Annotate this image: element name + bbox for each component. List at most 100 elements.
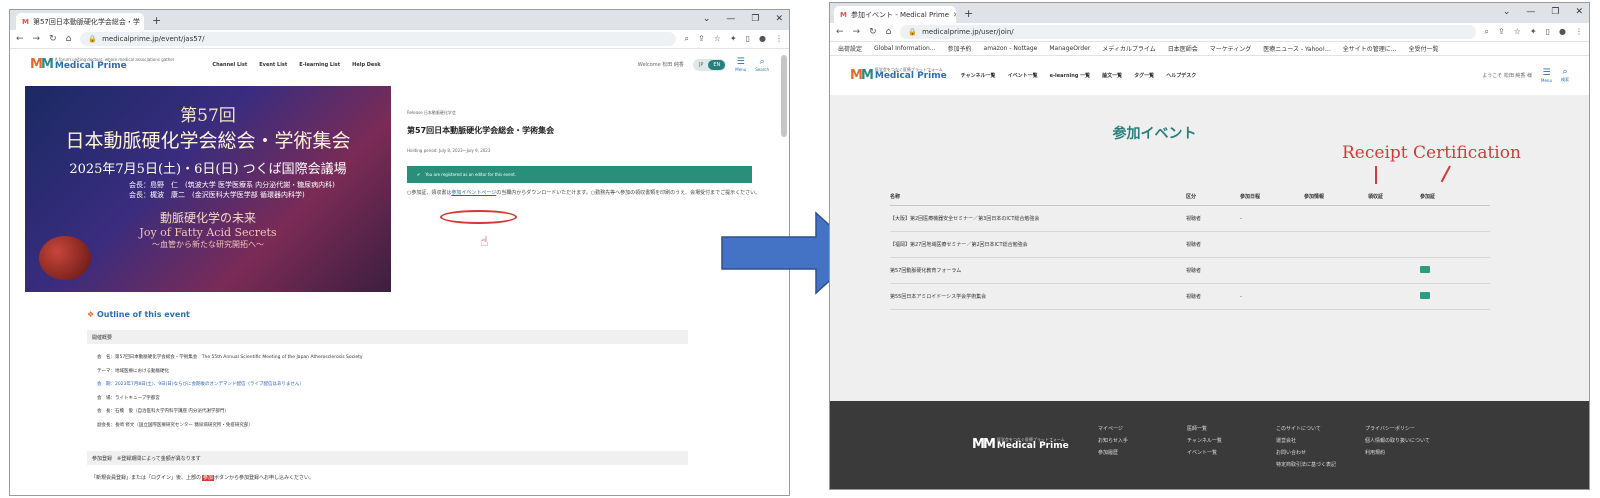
tab-bar: M 参加イベント - Medical Prime ✕ + ⌄ — ❐ ✕ — [830, 3, 1589, 23]
bookmark-item[interactable]: 日本医師会 — [1168, 44, 1198, 53]
more-icon[interactable]: ⋮ — [775, 34, 783, 44]
browser-tab[interactable]: M 参加イベント - Medical Prime ✕ — [834, 6, 956, 23]
reload-icon[interactable]: ↻ — [49, 34, 57, 44]
sidepanel-icon[interactable]: ▯ — [1546, 27, 1550, 37]
section-title-overview: 開催概要 — [92, 334, 113, 341]
footer-link[interactable]: プライバシーポリシー — [1365, 423, 1430, 435]
lang-jp[interactable]: JP — [694, 60, 709, 70]
col-date: 参加日程 — [1240, 194, 1261, 200]
nav-channel-list[interactable]: Channel List — [212, 62, 247, 68]
footer-logo[interactable]: MM 医学会をつなぐ医療プラットフォーム Medical Prime — [972, 437, 1069, 452]
footer-link[interactable]: 医師一覧 — [1187, 423, 1222, 435]
certificate-download-icon[interactable] — [1420, 266, 1430, 273]
minimize-icon[interactable]: — — [1526, 7, 1535, 17]
nav-help-desk[interactable]: ヘルプデスク — [1166, 72, 1196, 79]
search-label: 検索 — [1561, 77, 1569, 82]
bookmark-item[interactable]: 全サイトの管理に... — [1343, 44, 1397, 53]
share-icon[interactable]: ⇪ — [1498, 27, 1505, 37]
bookmark-item[interactable]: 参加予約 — [948, 44, 972, 53]
bookmark-item[interactable]: マーケティング — [1210, 44, 1252, 53]
profile-icon[interactable]: ● — [1559, 27, 1566, 37]
back-icon[interactable]: ← — [836, 27, 844, 37]
maximize-icon[interactable]: ❐ — [1551, 7, 1559, 17]
footer-link[interactable]: マイページ — [1098, 423, 1128, 435]
footer-link[interactable]: 利用規約 — [1365, 447, 1430, 459]
scrollbar[interactable] — [781, 55, 787, 137]
bookmark-item[interactable]: 全受付一覧 — [1408, 44, 1438, 53]
reload-icon[interactable]: ↻ — [869, 27, 877, 37]
chevron-down-icon[interactable]: ⌄ — [1503, 7, 1511, 17]
footer-link[interactable]: このサイトについて — [1276, 423, 1336, 435]
zoom-icon[interactable]: ⌕ — [685, 34, 689, 44]
close-window-icon[interactable]: ✕ — [775, 14, 783, 24]
back-icon[interactable]: ← — [16, 34, 24, 44]
nav-paper-list[interactable]: 論文一覧 — [1102, 72, 1122, 79]
home-icon[interactable]: ⌂ — [886, 27, 892, 37]
bookmark-item[interactable]: ManageOrder — [1049, 45, 1090, 52]
footer-link[interactable]: お問い合わせ — [1276, 447, 1336, 459]
footer-link[interactable]: 参加履歴 — [1098, 447, 1128, 459]
receipt-note: ○参加証、領収書は参加イベントページの当欄内からダウンロードいただけます。○勤務… — [407, 190, 764, 197]
new-tab-button[interactable]: + — [144, 14, 169, 30]
sidepanel-icon[interactable]: ▯ — [746, 34, 750, 44]
bookmark-item[interactable]: amazon - Nottage — [984, 45, 1038, 52]
forward-icon[interactable]: → — [33, 34, 41, 44]
bookmark-item[interactable]: メディカルプライム — [1102, 44, 1155, 53]
bookmark-item[interactable]: Global Information... — [874, 45, 936, 52]
event-name[interactable]: 第55回日本アミロイドーシス学会学術集会 — [890, 293, 1186, 300]
nav-tag-list[interactable]: タグ一覧 — [1134, 72, 1154, 79]
certificate-cell — [1420, 266, 1480, 275]
footer-link[interactable]: 特定商取引法に基づく表記 — [1276, 459, 1336, 471]
extension-icon[interactable]: ✦ — [730, 34, 737, 44]
search-button[interactable]: ⌕ 検索 — [1561, 67, 1569, 83]
lang-en[interactable]: EN — [708, 59, 726, 70]
footer-link[interactable]: お知らせ入手 — [1098, 435, 1128, 447]
footer-col-2: 医師一覧 チャンネル一覧 イベント一覧 — [1187, 423, 1222, 459]
event-name[interactable]: 【大阪】第2回医療機器安全セミナー／第3回日本のICT総合勉強会 — [890, 215, 1186, 222]
bookmark-item[interactable]: 出荷設定 — [838, 44, 862, 53]
extension-icon[interactable]: ✦ — [1530, 27, 1537, 37]
menu-button[interactable]: ☰ Menu — [1541, 68, 1552, 83]
more-icon[interactable]: ⋮ — [1575, 27, 1583, 37]
footer-link[interactable]: イベント一覧 — [1187, 447, 1222, 459]
footer-link[interactable]: 個人情報の取り扱いについて — [1365, 435, 1430, 447]
footer-link[interactable]: チャンネル一覧 — [1187, 435, 1222, 447]
maximize-icon[interactable]: ❐ — [751, 14, 759, 24]
nav-event-list[interactable]: Event List — [259, 62, 287, 68]
share-icon[interactable]: ⇪ — [698, 34, 705, 44]
favicon-icon: M — [22, 17, 29, 26]
nav-help-desk[interactable]: Help Desk — [352, 62, 380, 68]
certificate-download-icon[interactable] — [1420, 292, 1430, 299]
forward-icon[interactable]: → — [853, 27, 861, 37]
star-icon[interactable]: ☆ — [714, 34, 721, 44]
nav-elearning-list[interactable]: e-learning 一覧 — [1050, 72, 1091, 79]
nav-event-list[interactable]: イベント一覧 — [1008, 72, 1038, 79]
event-name[interactable]: 第57回動脈硬化教育フォーラム — [890, 267, 1186, 274]
site-footer: MM 医学会をつなぐ医療プラットフォーム Medical Prime マイページ… — [830, 401, 1589, 489]
diamond-icon: ❖ — [87, 310, 95, 319]
site-logo[interactable]: MM 医学会をつなぐ医療プラットフォーム Medical Prime — [850, 68, 947, 83]
home-icon[interactable]: ⌂ — [66, 34, 72, 44]
url-input[interactable]: 🔒 medicalprime.jp/event/jas57/ — [80, 32, 676, 46]
footer-col-1: マイページ お知らせ入手 参加履歴 — [1098, 423, 1128, 459]
participation-events-link[interactable]: 参加イベントページ — [451, 190, 496, 196]
menu-button[interactable]: ☰ Menu — [735, 57, 746, 72]
search-button[interactable]: ⌕ Search — [755, 57, 769, 72]
event-name[interactable]: 【福岡】第27回地域医療セミナー／第2回日本ICT総合勉強会 — [890, 241, 1186, 248]
browser-tab[interactable]: M 第57回日本動脈硬化学会総会・学 ✕ — [16, 13, 144, 30]
profile-icon[interactable]: ● — [759, 34, 766, 44]
url-input[interactable]: 🔒 medicalprime.jp/user/join/ — [900, 25, 1476, 39]
footer-link[interactable]: 運営会社 — [1276, 435, 1336, 447]
chevron-down-icon[interactable]: ⌄ — [703, 14, 711, 24]
site-logo[interactable]: MM A forum uniting doctors, where medica… — [30, 57, 174, 72]
bookmark-item[interactable]: 医療ニュース - Yahoo!... — [1263, 44, 1330, 53]
certificate-cell — [1420, 292, 1480, 301]
star-icon[interactable]: ☆ — [1514, 27, 1521, 37]
nav-elearning-list[interactable]: E-learning List — [299, 62, 340, 68]
nav-channel-list[interactable]: チャンネル一覧 — [961, 72, 996, 79]
minimize-icon[interactable]: — — [726, 14, 735, 24]
outline-list: 会 名：第57回日本動脈硬化学会総会・学術集会 The 55th Annual … — [97, 351, 363, 432]
close-window-icon[interactable]: ✕ — [1575, 7, 1583, 17]
new-tab-button[interactable]: + — [956, 7, 981, 23]
zoom-icon[interactable]: ⌕ — [1485, 27, 1489, 37]
